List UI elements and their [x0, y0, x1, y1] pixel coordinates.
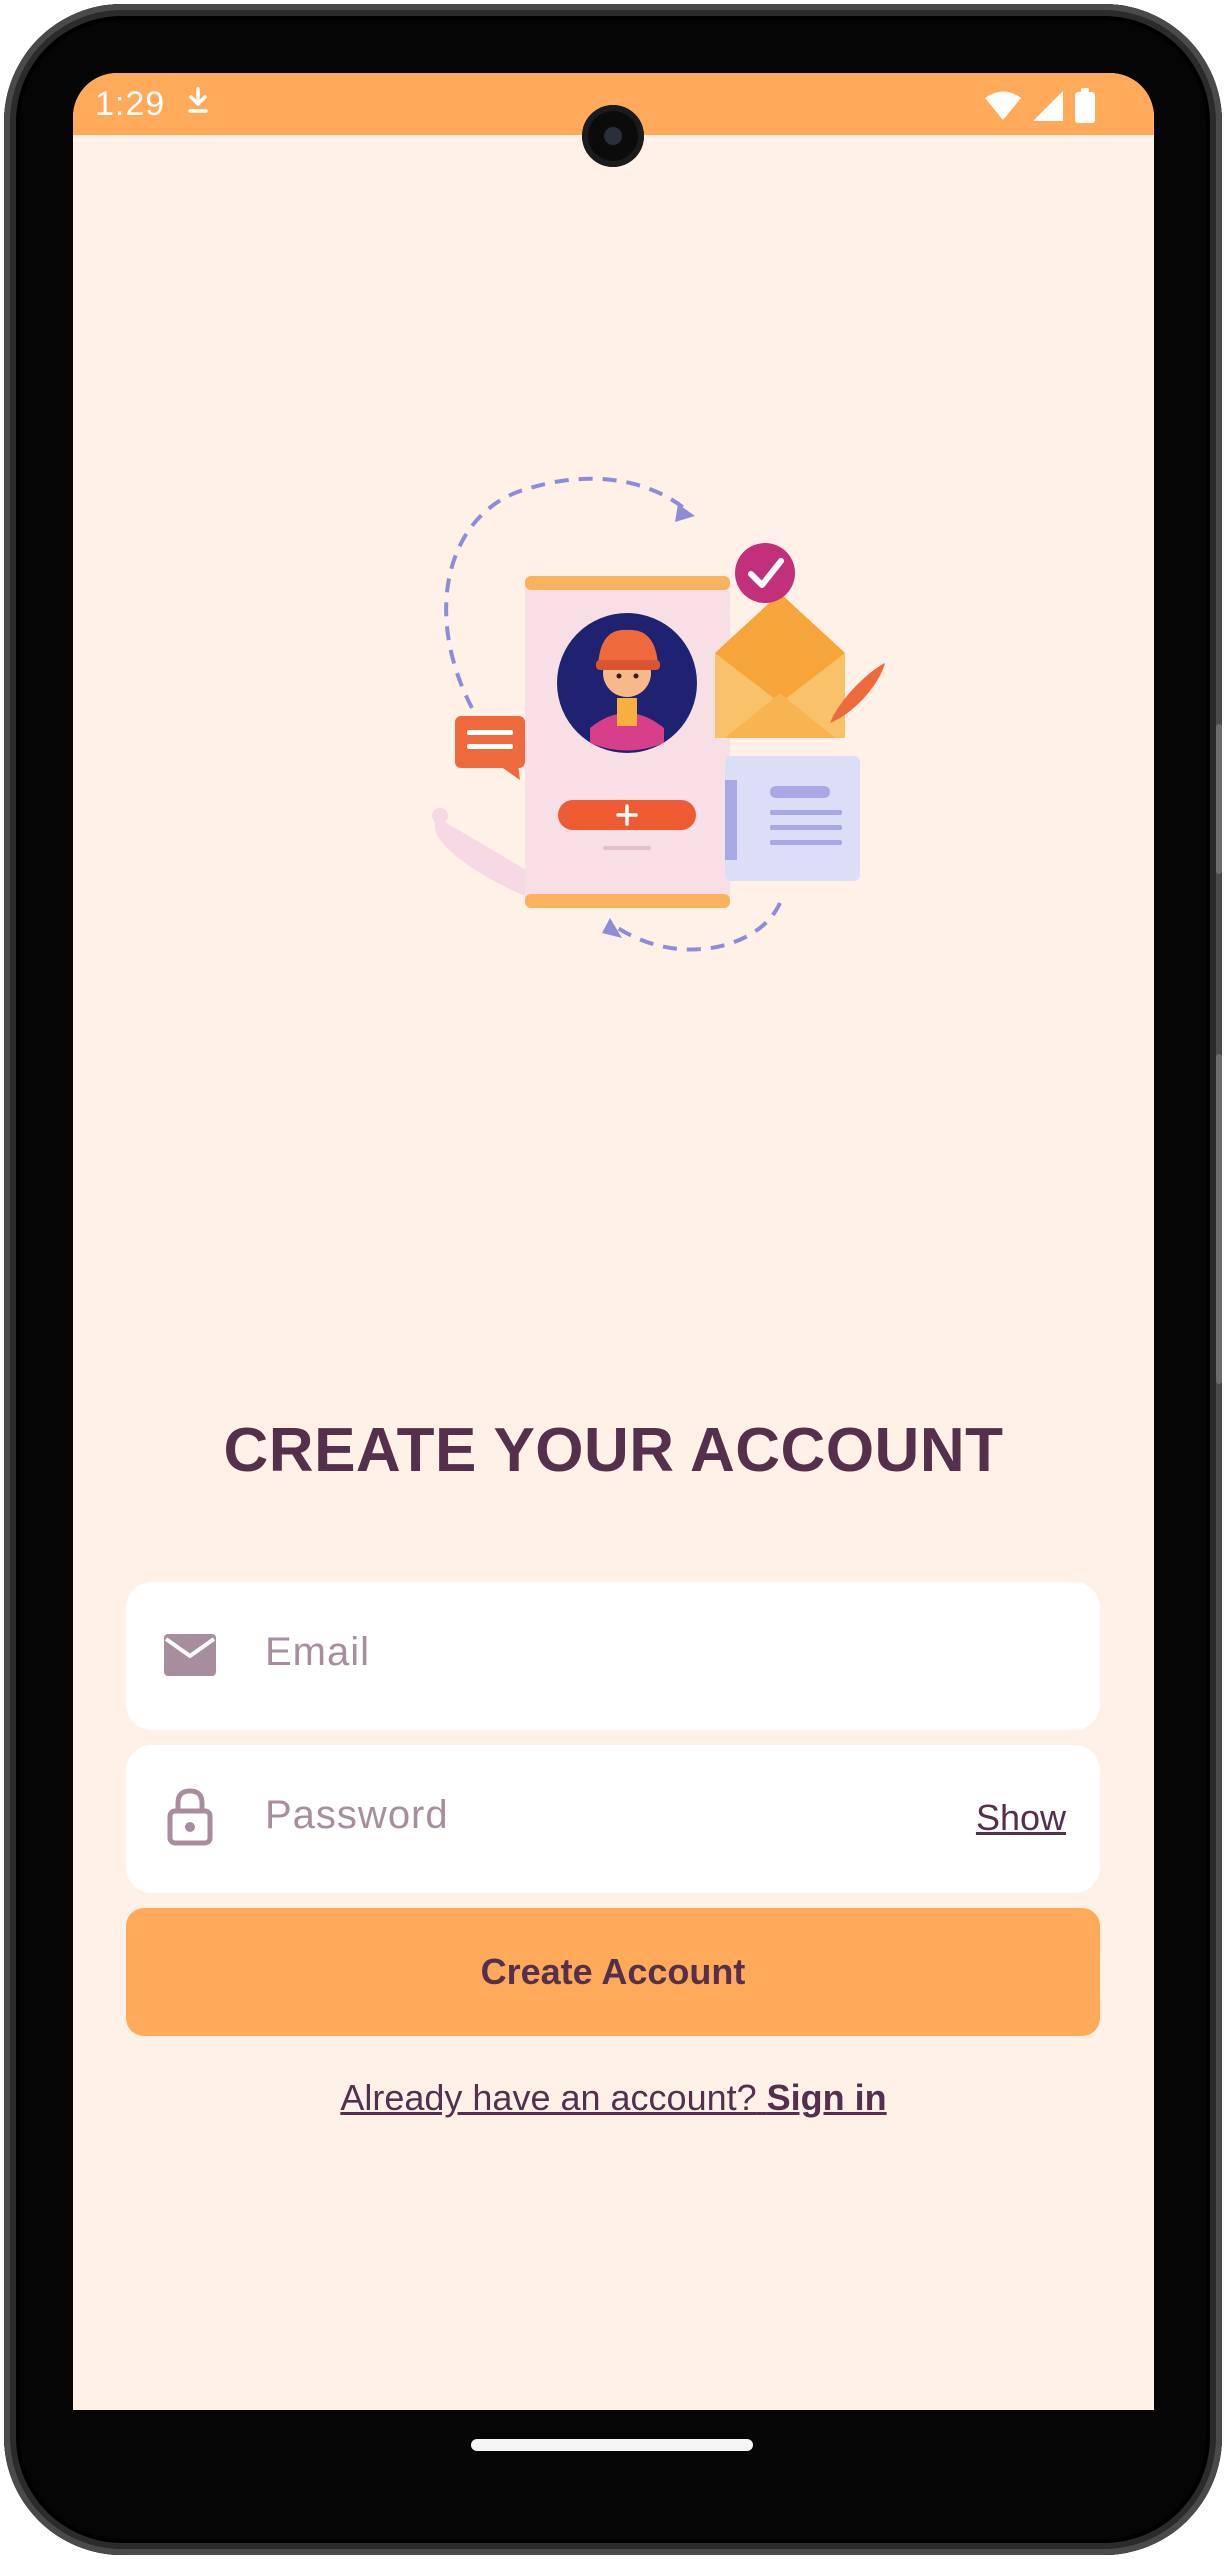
app-screen: 1:29 CREATE YOUR ACCOUNT Email Password …: [73, 73, 1154, 2410]
lock-icon: [166, 1787, 214, 1852]
home-indicator[interactable]: [471, 2439, 753, 2451]
email-field[interactable]: Email: [126, 1582, 1100, 1730]
mail-icon: [162, 1630, 218, 1685]
phone-frame: 1:29 CREATE YOUR ACCOUNT Email Password …: [4, 4, 1222, 2555]
password-field[interactable]: Password Show: [126, 1745, 1100, 1893]
checkmark-badge-icon: [735, 543, 795, 603]
document-icon: [725, 756, 860, 881]
profile-card-illustration: [525, 576, 730, 908]
sign-in-link[interactable]: Already have an account? Sign in: [73, 2077, 1154, 2119]
download-icon: [187, 87, 209, 120]
page-title: CREATE YOUR ACCOUNT: [223, 1416, 1004, 1485]
signal-icon: [1032, 90, 1064, 127]
front-camera: [582, 105, 644, 167]
status-icons: [984, 88, 1096, 129]
status-time: 1:29: [95, 85, 166, 123]
chat-bubble-icon: [455, 716, 525, 780]
arrow-head-top: [675, 504, 695, 522]
sign-in-prompt: Already have an account?: [340, 2077, 757, 2118]
show-password-toggle[interactable]: Show: [976, 1797, 1066, 1839]
arrow-head-bottom: [602, 918, 622, 938]
wifi-icon: [984, 91, 1022, 126]
dot-decoration: [432, 808, 448, 824]
create-account-button[interactable]: Create Account: [126, 1908, 1100, 2036]
email-placeholder: Email: [265, 1630, 371, 1674]
dashed-arrow-bottom: [616, 902, 782, 952]
volume-button: [1216, 1054, 1222, 1384]
battery-icon: [1074, 88, 1096, 129]
power-button: [1216, 724, 1222, 874]
envelope-icon: [715, 593, 845, 738]
sign-in-link-label[interactable]: Sign in: [767, 2077, 887, 2118]
signup-illustration: [432, 476, 885, 952]
password-placeholder: Password: [265, 1793, 449, 1837]
